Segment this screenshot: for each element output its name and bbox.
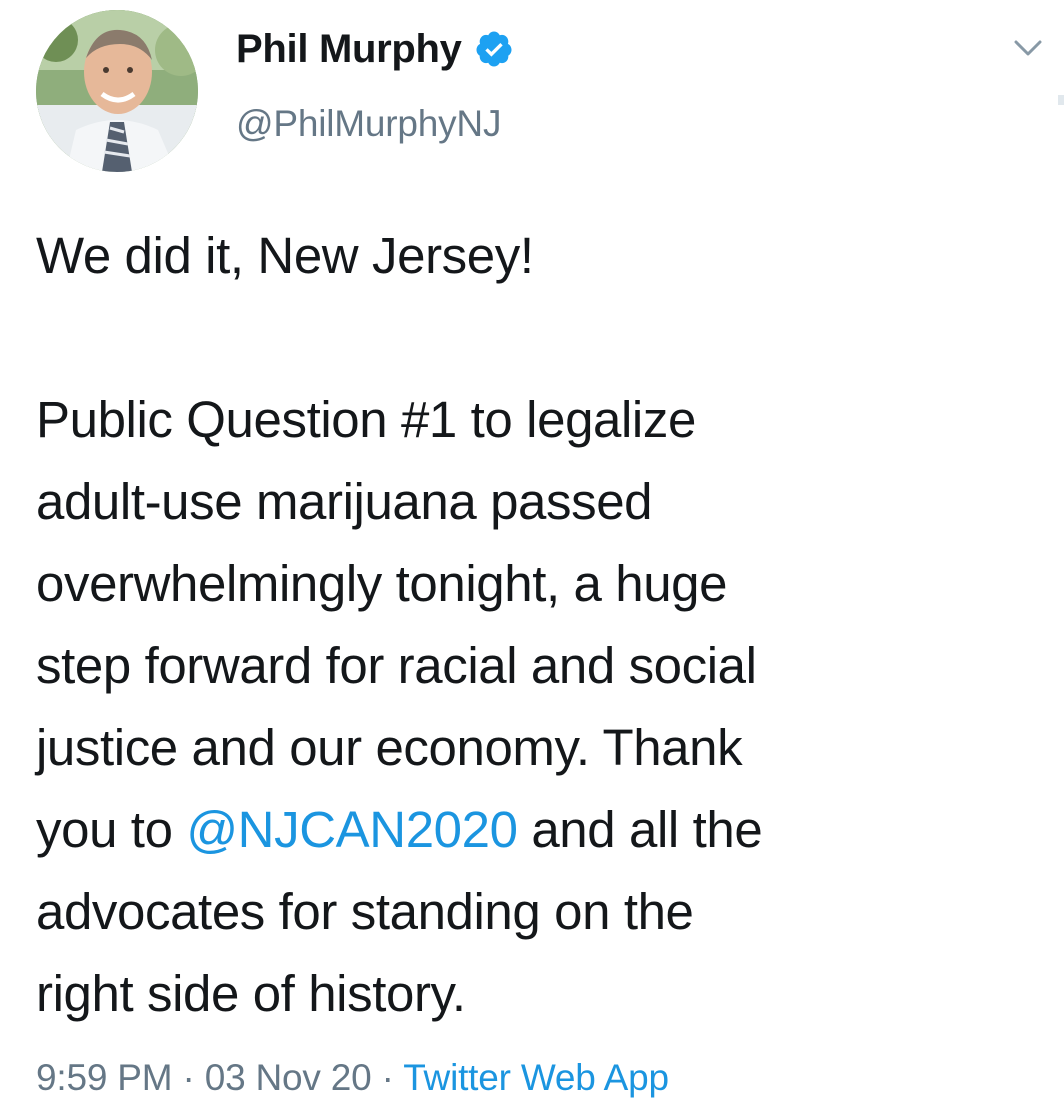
tweet-text-segment: you to — [36, 801, 187, 858]
tweet-line: adult-use marijuana passed — [36, 473, 653, 530]
tweet-source-link[interactable]: Twitter Web App — [403, 1057, 669, 1098]
tweet-line: We did it, New Jersey! — [36, 227, 534, 284]
tweet-card: Phil Murphy @PhilMurphyNJ We did it, New… — [0, 0, 1064, 1116]
author-name[interactable]: Phil Murphy — [236, 27, 462, 72]
author-handle[interactable]: @PhilMurphyNJ — [236, 103, 501, 145]
tweet-line: step forward for racial and social — [36, 637, 757, 694]
mention-link[interactable]: @NJCAN2020 — [186, 801, 518, 858]
tweet-text: We did it, New Jersey! Public Question #… — [36, 215, 1046, 1035]
tweet-line: Public Question #1 to legalize — [36, 391, 696, 448]
tweet-meta: 9:59 PM · 03 Nov 20 · Twitter Web App — [36, 1057, 669, 1099]
avatar-photo — [36, 10, 198, 172]
chevron-down-icon[interactable] — [1008, 33, 1048, 63]
meta-separator: · — [371, 1057, 404, 1098]
tweet-text-segment: and all the — [517, 801, 763, 858]
avatar[interactable] — [36, 10, 198, 172]
tweet-line: right side of history. — [36, 965, 466, 1022]
tweet-time[interactable]: 9:59 PM — [36, 1057, 173, 1098]
tweet-date[interactable]: 03 Nov 20 — [205, 1057, 372, 1098]
tweet-line: advocates for standing on the — [36, 883, 694, 940]
tweet-line: justice and our economy. Thank — [36, 719, 743, 776]
scrollbar-edge — [1058, 95, 1064, 105]
meta-separator: · — [172, 1057, 205, 1098]
author-name-row[interactable]: Phil Murphy — [236, 24, 514, 74]
verified-badge-icon — [474, 29, 514, 69]
tweet-line: overwhelmingly tonight, a huge — [36, 555, 728, 612]
tweet-line-with-mention: you to @NJCAN2020 and all the — [36, 789, 1046, 871]
